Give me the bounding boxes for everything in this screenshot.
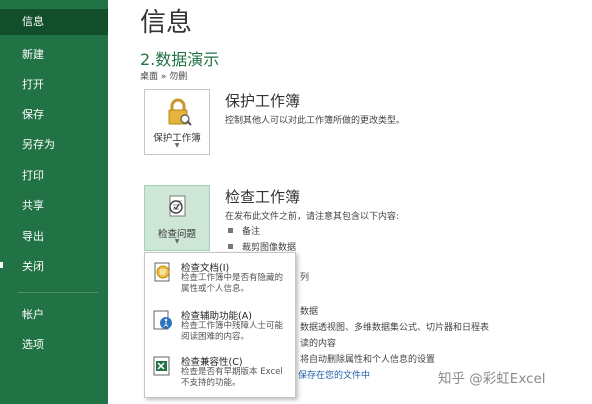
nav-export[interactable]: 导出 (0, 224, 108, 250)
bullet-square (228, 228, 233, 233)
menu-item-description: 检查工作簿中残障人士可能阅读困难的内容。 (181, 321, 284, 342)
nav-print[interactable]: 打印 (0, 163, 108, 189)
page-title: 信息 (140, 8, 193, 38)
protect-workbook-button[interactable]: 保护工作簿 ▼ (144, 89, 210, 155)
protect-section-title: 保护工作簿 (225, 92, 301, 110)
document-inspector-icon (154, 262, 170, 282)
partial-text: 读的内容 (300, 339, 337, 349)
backstage-sidebar: 信息 新建 打开 保存 另存为 打印 共享 导出 关闭 帐户 选项 (0, 0, 108, 404)
nav-open[interactable]: 打开 (0, 72, 108, 98)
check-for-issues-button[interactable]: 检查问题 ▼ (144, 185, 210, 251)
chevron-down-icon: ▼ (174, 142, 180, 149)
document-name: 2.数据演示 (140, 50, 220, 69)
accessibility-checker-icon (153, 310, 172, 330)
edge-marker (0, 262, 3, 268)
nav-options[interactable]: 选项 (0, 332, 108, 358)
nav-close[interactable]: 关闭 (0, 254, 108, 280)
partial-text: 数据 (300, 307, 319, 317)
inspect-section-title: 检查工作簿 (225, 188, 301, 206)
menu-item-description: 检查是否有早期版本 Excel 不支持的功能。 (181, 367, 283, 388)
partial-text: 数据透视图、多维数据集公式、切片器和日程表 (300, 323, 490, 333)
inspect-section-description: 在发布此文件之前，请注意其包含以下内容: (225, 212, 400, 222)
nav-save-as[interactable]: 另存为 (0, 132, 108, 158)
watermark-text: 知乎 @彩虹Excel (438, 371, 546, 387)
menu-item-inspect-document[interactable]: 检查文档(I) 检查工作簿中是否有隐藏的属性或个人信息。 (145, 257, 295, 303)
menu-item-description: 检查工作簿中是否有隐藏的属性或个人信息。 (181, 273, 284, 294)
compatibility-checker-icon (153, 356, 170, 376)
nav-divider (18, 292, 98, 293)
nav-new[interactable]: 新建 (0, 42, 108, 68)
inspect-document-icon (169, 195, 186, 217)
menu-item-title: 检查辅助功能(A) (181, 311, 252, 322)
nav-account[interactable]: 帐户 (0, 302, 108, 328)
nav-share[interactable]: 共享 (0, 193, 108, 219)
bullet-square (228, 244, 233, 249)
breadcrumb[interactable]: 桌面 » 勿删 (140, 69, 187, 82)
menu-item-title: 检查文档(I) (181, 263, 230, 274)
nav-save[interactable]: 保存 (0, 102, 108, 128)
nav-info[interactable]: 信息 (0, 9, 108, 35)
lock-icon (168, 98, 192, 126)
menu-item-compatibility[interactable]: 检查兼容性(C) 检查是否有早期版本 Excel 不支持的功能。 (145, 351, 295, 397)
chevron-down-icon: ▼ (174, 238, 180, 245)
inspect-bullet-comments: 备注 (228, 224, 260, 237)
protect-section-description: 控制其他人可以对此工作簿所做的更改类型。 (225, 116, 406, 126)
manage-link[interactable]: 保存在您的文件中 (298, 368, 370, 381)
menu-item-title: 检查兼容性(C) (181, 357, 243, 368)
partial-text: 将自动删除属性和个人信息的设置 (300, 355, 436, 365)
check-for-issues-menu: 检查文档(I) 检查工作簿中是否有隐藏的属性或个人信息。 检查辅助功能(A) 检… (144, 252, 296, 398)
bullet-text: 备注 (242, 227, 261, 237)
partial-text: 列 (300, 273, 310, 283)
menu-item-accessibility[interactable]: 检查辅助功能(A) 检查工作簿中残障人士可能阅读困难的内容。 (145, 305, 295, 351)
